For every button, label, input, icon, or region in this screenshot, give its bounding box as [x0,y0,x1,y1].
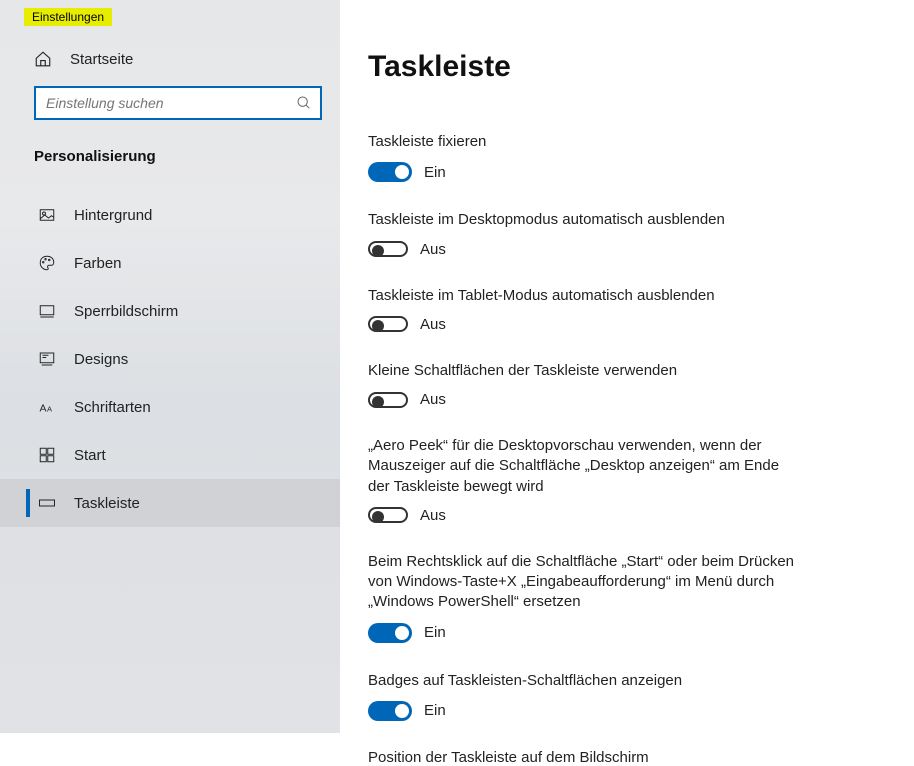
setting-label: Taskleiste fixieren [368,132,803,152]
toggle-switch[interactable] [368,241,408,257]
sidebar-item-themes[interactable]: Designs [0,335,340,383]
sidebar-item-background[interactable]: Hintergrund [0,191,340,239]
setting-label-cut: Position der Taskleiste auf dem Bildschi… [368,749,803,766]
setting-powershell-replace: Beim Rechtsklick auf die Schaltfläche „S… [368,552,803,643]
home-icon [34,50,52,68]
sidebar-item-label: Taskleiste [74,495,140,512]
sidebar-item-colors[interactable]: Farben [0,239,340,287]
search-icon [296,95,312,111]
toggle-state-label: Ein [424,164,446,181]
setting-badges: Badges auf Taskleisten-Schaltflächen anz… [368,671,803,721]
sidebar-item-taskbar[interactable]: Taskleiste [0,479,340,527]
search-input[interactable] [46,95,296,111]
toggle-switch[interactable] [368,623,412,643]
sidebar-item-label: Designs [74,351,128,368]
toggle-state-label: Ein [424,702,446,719]
toggle-switch[interactable] [368,507,408,523]
themes-icon [38,350,56,368]
toggle-state-label: Aus [420,391,446,408]
search-box[interactable] [34,86,322,120]
setting-autohide-tablet: Taskleiste im Tablet-Modus automatisch a… [368,286,803,333]
sidebar: Einstellungen Startseite Personalisierun… [0,0,340,733]
sidebar-item-start[interactable]: Start [0,431,340,479]
setting-small-buttons: Kleine Schaltflächen der Taskleiste verw… [368,361,803,408]
sidebar-item-fonts[interactable]: AA Schriftarten [0,383,340,431]
window-title-text: Einstellungen [32,10,104,24]
sidebar-item-label: Farben [74,255,122,272]
toggle-switch[interactable] [368,316,408,332]
toggle-switch[interactable] [368,701,412,721]
setting-label: Kleine Schaltflächen der Taskleiste verw… [368,361,803,381]
setting-label: Badges auf Taskleisten-Schaltflächen anz… [368,671,803,691]
svg-text:A: A [47,405,52,414]
toggle-row: Aus [368,507,803,524]
toggle-row: Aus [368,391,803,408]
sidebar-item-label: Start [74,447,106,464]
start-icon [38,446,56,464]
toggle-state-label: Ein [424,624,446,641]
section-header: Personalisierung [0,148,340,165]
toggle-row: Ein [368,623,803,643]
toggle-state-label: Aus [420,507,446,524]
toggle-row: Ein [368,701,803,721]
toggle-switch[interactable] [368,392,408,408]
picture-icon [38,206,56,224]
toggle-switch[interactable] [368,162,412,182]
setting-autohide-desktop: Taskleiste im Desktopmodus automatisch a… [368,210,803,257]
toggle-state-label: Aus [420,316,446,333]
palette-icon [38,254,56,272]
window-title: Einstellungen [24,8,112,26]
nav-list: Hintergrund Farben Sperrbildschirm Desig… [0,191,340,527]
setting-label: „Aero Peek“ für die Desktopvorschau verw… [368,436,803,497]
setting-label: Taskleiste im Tablet-Modus automatisch a… [368,286,803,306]
sidebar-item-label: Hintergrund [74,207,152,224]
lockscreen-icon [38,302,56,320]
content-area: Taskleiste Taskleiste fixieren Ein Taskl… [340,0,914,733]
fonts-icon: AA [38,398,56,416]
toggle-row: Aus [368,316,803,333]
setting-aero-peek: „Aero Peek“ für die Desktopvorschau verw… [368,436,803,524]
svg-text:A: A [40,403,47,415]
sidebar-item-label: Sperrbildschirm [74,303,178,320]
sidebar-item-lockscreen[interactable]: Sperrbildschirm [0,287,340,335]
toggle-state-label: Aus [420,241,446,258]
setting-lock-taskbar: Taskleiste fixieren Ein [368,132,803,182]
setting-label: Taskleiste im Desktopmodus automatisch a… [368,210,803,230]
home-label: Startseite [70,51,133,68]
section-header-text: Personalisierung [34,148,156,165]
sidebar-item-label: Schriftarten [74,399,151,416]
home-link[interactable]: Startseite [34,50,340,68]
setting-label: Beim Rechtsklick auf die Schaltfläche „S… [368,552,803,613]
toggle-row: Aus [368,241,803,258]
page-title: Taskleiste [368,50,854,84]
taskbar-icon [38,494,56,512]
toggle-row: Ein [368,162,803,182]
